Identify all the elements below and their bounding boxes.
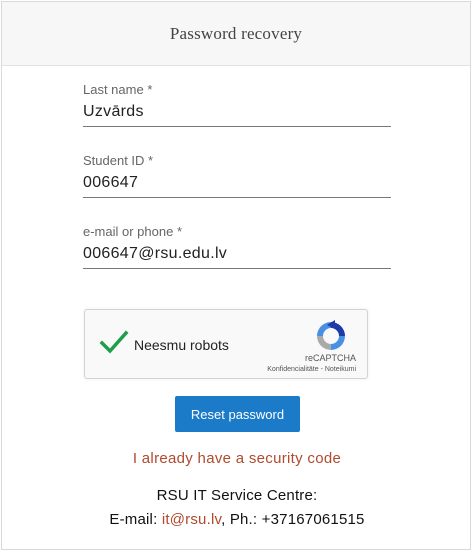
contact-input[interactable] <box>83 245 391 269</box>
card-header: Password recovery <box>2 2 470 66</box>
checkmark-icon[interactable] <box>99 328 129 356</box>
security-code-link[interactable]: I already have a security code <box>2 450 472 467</box>
footer-email-prefix: E-mail: <box>109 511 162 528</box>
student-id-input[interactable] <box>83 174 391 198</box>
footer-phone-prefix: , Ph.: <box>221 511 262 528</box>
footer-phone: +37167061515 <box>261 511 365 528</box>
recaptcha-links: Konfidencialitāte - Noteikumi <box>267 366 356 373</box>
contact-label: e-mail or phone * <box>83 224 182 239</box>
contact-field-group: e-mail or phone * <box>83 224 391 269</box>
password-recovery-card: Password recovery Last name * Student ID… <box>1 1 471 550</box>
recaptcha-brand: reCAPTCHA <box>304 353 356 363</box>
footer-email-link[interactable]: it@rsu.lv <box>162 511 221 528</box>
last-name-label: Last name * <box>83 82 153 97</box>
recaptcha-privacy-link[interactable]: Konfidencialitāte <box>267 366 318 373</box>
reset-password-button[interactable]: Reset password <box>175 396 300 432</box>
page-title: Password recovery <box>169 23 303 43</box>
recaptcha-terms-link[interactable]: Noteikumi <box>325 366 356 373</box>
recaptcha-widget[interactable]: Neesmu robots reCAPTCHA Konfidencialitāt… <box>84 309 368 379</box>
student-id-label: Student ID * <box>83 153 154 168</box>
footer-service-centre: RSU IT Service Centre: <box>156 487 318 504</box>
last-name-input[interactable] <box>83 103 391 127</box>
student-id-field-group: Student ID * <box>83 153 391 198</box>
footer-contact-line: E-mail: it@rsu.lv, Ph.: +37167061515 <box>2 511 472 528</box>
recaptcha-label: Neesmu robots <box>134 337 229 353</box>
last-name-field-group: Last name * <box>83 82 391 127</box>
recaptcha-logo-icon <box>317 320 345 350</box>
